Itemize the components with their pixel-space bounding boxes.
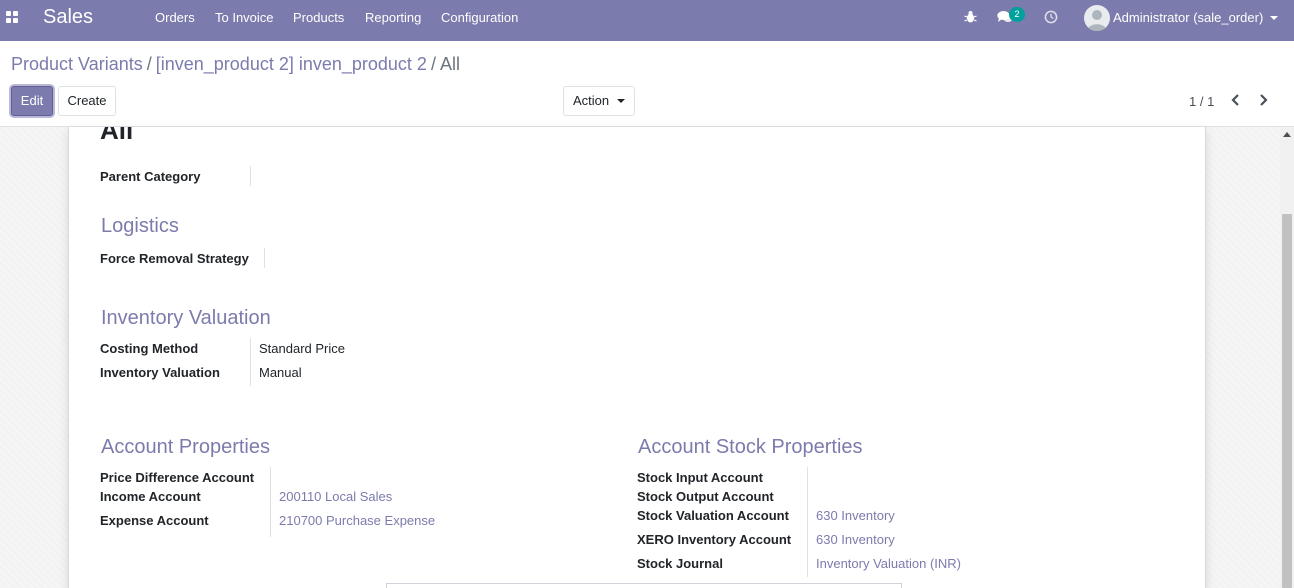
price-difference-account-label: Price Difference Account — [100, 470, 255, 485]
inventory-valuation-heading: Inventory Valuation — [101, 307, 271, 329]
avatar-icon[interactable] — [1084, 5, 1110, 31]
account-stock-properties-heading: Account Stock Properties — [638, 436, 863, 458]
menu-orders[interactable]: Orders — [155, 10, 195, 25]
breadcrumb-separator: / — [146, 54, 152, 74]
caret-down-icon[interactable] — [1270, 16, 1278, 20]
stock-journal-link[interactable]: Inventory Valuation (INR) — [816, 556, 961, 571]
breadcrumb-separator: / — [430, 54, 436, 74]
messages-count-badge: 2 — [1009, 7, 1025, 22]
control-panel: Product Variants / [inven_product 2] inven… — [0, 41, 1294, 127]
account-properties-heading: Account Properties — [101, 436, 270, 458]
app-name[interactable]: Sales — [43, 6, 93, 29]
menu-to-invoice[interactable]: To Invoice — [215, 10, 274, 25]
chevron-right-icon[interactable] — [1256, 92, 1270, 108]
parent-category-field[interactable] — [251, 166, 551, 186]
scroll-up-icon[interactable] — [1283, 132, 1291, 137]
apps-icon[interactable] — [6, 11, 20, 25]
field-divider — [807, 467, 808, 577]
logistics-heading: Logistics — [101, 215, 179, 237]
income-account-label: Income Account — [100, 489, 201, 504]
force-removal-strategy-label: Force Removal Strategy — [100, 251, 249, 266]
field-divider — [270, 467, 271, 537]
scrollbar[interactable] — [1280, 127, 1294, 588]
inventory-valuation-value: Manual — [259, 365, 302, 380]
user-menu[interactable]: Administrator (sale_order) — [1113, 10, 1263, 25]
breadcrumb-item-product[interactable]: [inven_product 2] inven_product 2 — [156, 54, 427, 74]
action-dropdown[interactable]: Action — [563, 86, 635, 116]
stock-valuation-account-label: Stock Valuation Account — [637, 508, 789, 523]
costing-method-label: Costing Method — [100, 341, 199, 356]
income-account-link[interactable]: 200110 Local Sales — [279, 489, 392, 504]
chevron-left-icon[interactable] — [1229, 92, 1243, 108]
force-removal-strategy-field[interactable] — [265, 248, 565, 268]
parent-category-label: Parent Category — [100, 169, 201, 184]
stock-output-account-label: Stock Output Account — [637, 489, 774, 504]
menu-products[interactable]: Products — [293, 10, 344, 25]
xero-inventory-account-label: XERO Inventory Account — [637, 532, 792, 547]
field-divider — [250, 338, 251, 386]
create-button[interactable]: Create — [58, 86, 116, 116]
chatter-box-edge — [386, 583, 902, 588]
menu-reporting[interactable]: Reporting — [365, 10, 421, 25]
stock-valuation-account-link[interactable]: 630 Inventory — [816, 508, 895, 523]
inventory-valuation-label: Inventory Valuation — [100, 365, 220, 380]
top-navbar: Sales Orders To Invoice Products Reporti… — [0, 0, 1294, 41]
breadcrumb: Product Variants / [inven_product 2] inven… — [11, 54, 460, 75]
breadcrumb-item-product-variants[interactable]: Product Variants — [11, 54, 143, 74]
scrollbar-thumb[interactable] — [1282, 214, 1292, 588]
xero-inventory-account-link[interactable]: 630 Inventory — [816, 532, 895, 547]
stock-input-account-label: Stock Input Account — [637, 470, 763, 485]
caret-down-icon — [617, 99, 625, 103]
action-label: Action — [573, 93, 610, 108]
clock-icon[interactable] — [1044, 10, 1058, 27]
costing-method-value: Standard Price — [259, 341, 345, 356]
record-title: All — [100, 127, 134, 145]
bug-icon[interactable] — [964, 10, 977, 27]
menu-configuration[interactable]: Configuration — [441, 10, 518, 25]
pager-value[interactable]: 1 / 1 — [1189, 94, 1214, 109]
breadcrumb-item-current: All — [439, 54, 460, 74]
edit-button[interactable]: Edit — [11, 86, 53, 116]
expense-account-link[interactable]: 210700 Purchase Expense — [279, 513, 435, 528]
expense-account-label: Expense Account — [100, 513, 209, 528]
stock-journal-label: Stock Journal — [637, 556, 723, 571]
